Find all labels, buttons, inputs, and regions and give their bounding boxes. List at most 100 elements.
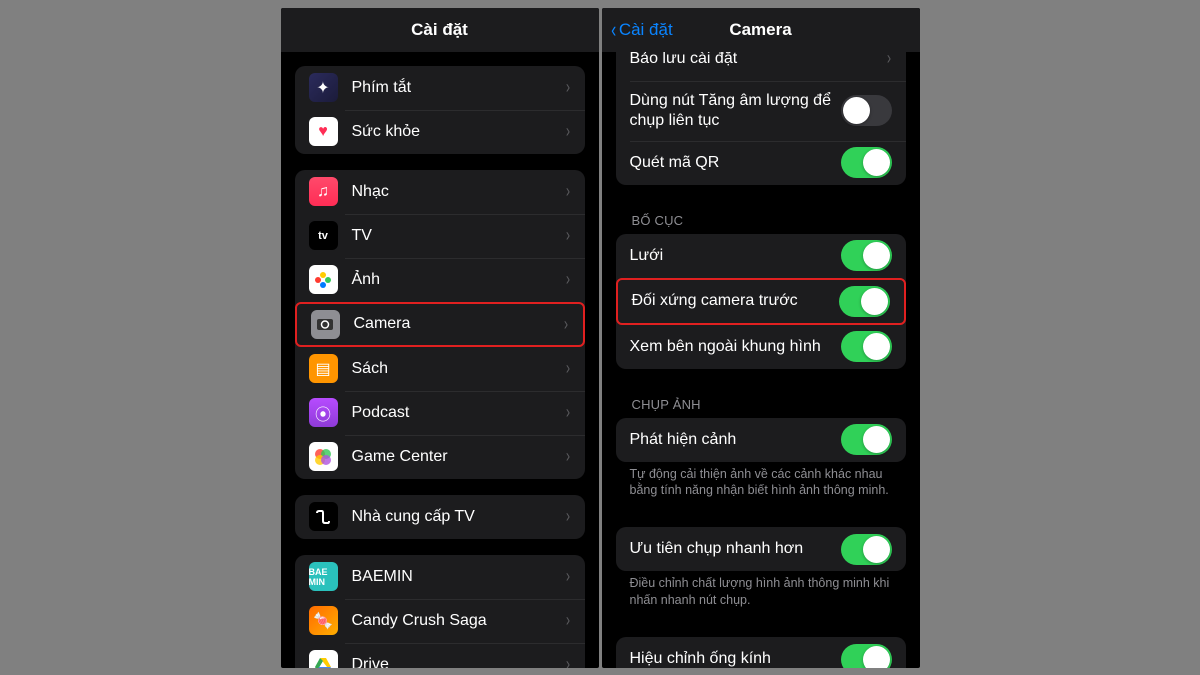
chevron-right-icon: › (565, 654, 569, 668)
settings-row-health[interactable]: ♥ Sức khỏe› (295, 110, 585, 154)
row-label: Lưới (630, 247, 841, 265)
setting-row[interactable]: Lưới (616, 234, 906, 278)
setting-row[interactable]: Bảo lưu cài đặt› (616, 52, 906, 81)
podcast-icon: ⦿ (309, 398, 338, 427)
toggle-knob (863, 149, 890, 176)
settings-group: BAE MINBAEMIN›🍬Candy Crush Saga›Drive›fF… (295, 555, 585, 668)
settings-group: Lưới Đối xứng camera trước Xem bên ngoài k… (616, 234, 906, 369)
music-icon: ♫ (309, 177, 338, 206)
section-header: BỐ CỤC (602, 207, 920, 234)
settings-group: ✦Phím tắt›♥Sức khỏe› (295, 66, 585, 154)
settings-group: Hiệu chỉnh ống kính (616, 637, 906, 668)
row-label: Ảnh (352, 271, 565, 289)
setting-row[interactable]: Xem bên ngoài khung hình (616, 325, 906, 369)
section-header: CHỤP ẢNH (602, 391, 920, 418)
row-label: Candy Crush Saga (352, 612, 565, 630)
toggle-knob (863, 646, 890, 668)
settings-row-tv[interactable]: tv TV› (295, 214, 585, 258)
row-label: Phát hiện cảnh (630, 431, 841, 449)
toggle-switch[interactable] (841, 644, 892, 668)
settings-group: Bảo lưu cài đặt› Dùng nút Tăng âm lượng đ… (616, 52, 906, 185)
settings-row-baemin[interactable]: BAE MIN BAEMIN› (295, 555, 585, 599)
toggle-switch[interactable] (841, 240, 892, 271)
setting-row[interactable]: Hiệu chỉnh ống kính (616, 637, 906, 668)
row-label: Dùng nút Tăng âm lượng để chụp liên tục (630, 87, 841, 135)
toggle-knob (863, 426, 890, 453)
chevron-left-icon: ‹ (611, 17, 616, 43)
chevron-right-icon: › (565, 225, 569, 246)
content-right[interactable]: Bảo lưu cài đặt› Dùng nút Tăng âm lượng đ… (602, 52, 920, 668)
chevron-right-icon: › (565, 269, 569, 290)
health-icon: ♥ (309, 117, 338, 146)
settings-group: ♫Nhạc›tvTV›Ảnh›Camera›▤Sách›⦿Podcast›Gam… (295, 170, 585, 479)
row-label: Hiệu chỉnh ống kính (630, 650, 841, 668)
row-label: Game Center (352, 448, 565, 466)
settings-screen-left: Cài đặt ✦Phím tắt›♥Sức khỏe›♫Nhạc›tvTV›Ả… (281, 8, 599, 668)
toggle-switch[interactable] (841, 331, 892, 362)
tv-icon: tv (309, 221, 338, 250)
setting-row[interactable]: Ưu tiên chụp nhanh hơn (616, 527, 906, 571)
section-description: Tự động cải thiện ảnh về các cảnh khác n… (602, 462, 920, 512)
row-label: Nhà cung cấp TV (352, 508, 565, 526)
setting-row[interactable]: Đối xứng camera trước (616, 278, 906, 325)
content-left[interactable]: ✦Phím tắt›♥Sức khỏe›♫Nhạc›tvTV›Ảnh›Camer… (281, 52, 599, 668)
chevron-right-icon: › (565, 358, 569, 379)
chevron-right-icon: › (886, 52, 890, 70)
row-label: Podcast (352, 404, 565, 422)
row-label: Bảo lưu cài đặt (630, 52, 886, 68)
toggle-switch[interactable] (839, 286, 890, 317)
row-label: BAEMIN (352, 568, 565, 586)
camera-icon (311, 310, 340, 339)
gamecenter-icon (309, 442, 338, 471)
row-label: Sách (352, 360, 565, 378)
toggle-knob (861, 288, 888, 315)
books-icon: ▤ (309, 354, 338, 383)
settings-row-tvprovider[interactable]: Nhà cung cấp TV› (295, 495, 585, 539)
chevron-right-icon: › (565, 566, 569, 587)
chevron-right-icon: › (565, 446, 569, 467)
settings-row-photos[interactable]: Ảnh› (295, 258, 585, 302)
chevron-right-icon: › (563, 314, 567, 335)
settings-row-candy[interactable]: 🍬Candy Crush Saga› (295, 599, 585, 643)
header-left: Cài đặt (281, 8, 599, 52)
toggle-knob (863, 242, 890, 269)
settings-group: Nhà cung cấp TV› (295, 495, 585, 539)
row-label: Sức khỏe (352, 123, 565, 141)
row-label: Camera (354, 315, 563, 333)
setting-row[interactable]: Dùng nút Tăng âm lượng để chụp liên tục (616, 81, 906, 141)
settings-row-gamecenter[interactable]: Game Center› (295, 435, 585, 479)
chevron-right-icon: › (565, 77, 569, 98)
chevron-right-icon: › (565, 506, 569, 527)
toggle-knob (843, 97, 870, 124)
section-description: Điều chỉnh chất lượng hình ảnh thông min… (602, 571, 920, 621)
toggle-knob (863, 333, 890, 360)
settings-group: Ưu tiên chụp nhanh hơn (616, 527, 906, 571)
row-label: Ưu tiên chụp nhanh hơn (630, 540, 841, 558)
toggle-switch[interactable] (841, 534, 892, 565)
setting-row[interactable]: Phát hiện cảnh (616, 418, 906, 462)
settings-row-shortcuts[interactable]: ✦Phím tắt› (295, 66, 585, 110)
chevron-right-icon: › (565, 121, 569, 142)
toggle-switch[interactable] (841, 147, 892, 178)
settings-row-camera[interactable]: Camera› (295, 302, 585, 347)
photos-icon (309, 265, 338, 294)
baemin-icon: BAE MIN (309, 562, 338, 591)
toggle-switch[interactable] (841, 95, 892, 126)
settings-row-drive[interactable]: Drive› (295, 643, 585, 668)
settings-row-music[interactable]: ♫ Nhạc› (295, 170, 585, 214)
row-label: TV (352, 227, 565, 245)
chevron-right-icon: › (565, 181, 569, 202)
chevron-right-icon: › (565, 610, 569, 631)
row-label: Xem bên ngoài khung hình (630, 338, 841, 356)
row-label: Nhạc (352, 183, 565, 201)
setting-row[interactable]: Quét mã QR (616, 141, 906, 185)
back-button[interactable]: ‹ Cài đặt (610, 17, 673, 43)
toggle-switch[interactable] (841, 424, 892, 455)
header-right: ‹ Cài đặt Camera (602, 8, 920, 52)
settings-row-podcast[interactable]: ⦿Podcast› (295, 391, 585, 435)
shortcuts-icon: ✦ (309, 73, 338, 102)
row-label: Quét mã QR (630, 154, 841, 172)
page-title: Cài đặt (411, 20, 468, 40)
tvprovider-icon (309, 502, 338, 531)
settings-row-books[interactable]: ▤ Sách› (295, 347, 585, 391)
